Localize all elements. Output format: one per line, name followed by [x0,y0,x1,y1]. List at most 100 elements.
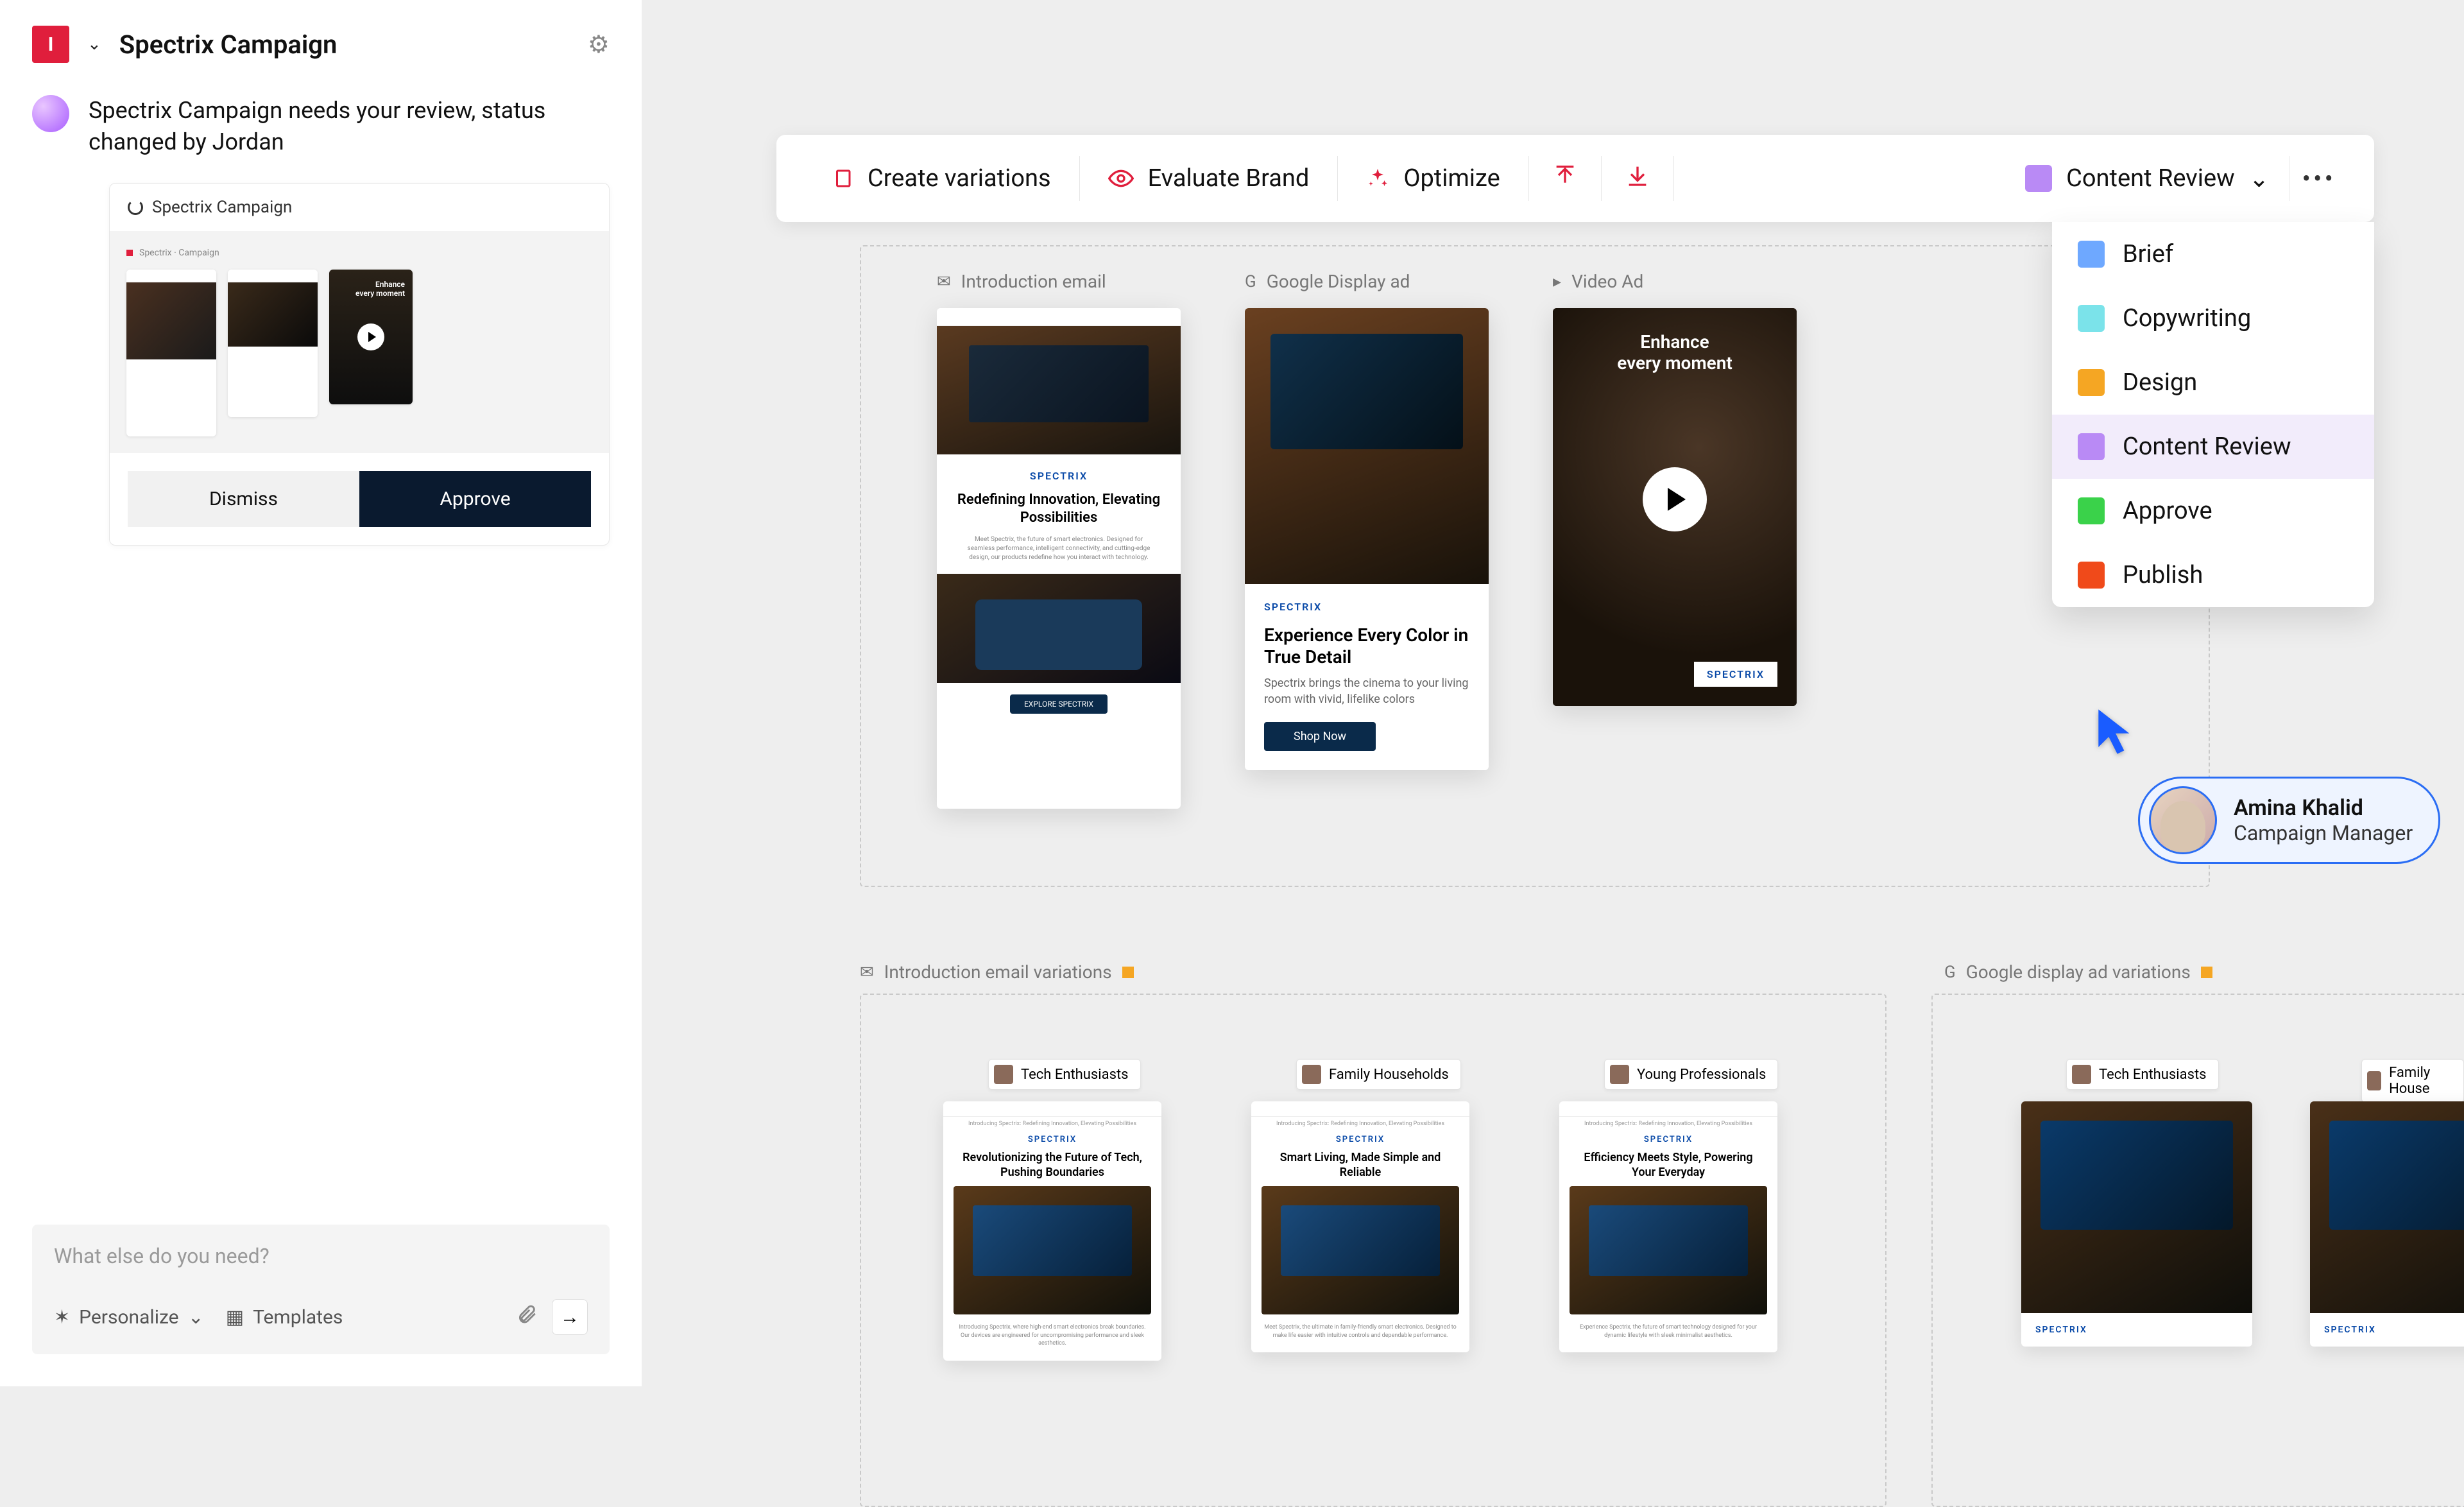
asset-display-ad[interactable]: SPECTRIX Experience Every Color in True … [1245,308,1489,770]
sparkle-gear-icon: ✶ [54,1306,70,1329]
status-option-label: Design [2123,368,2197,397]
preview-thumb-video[interactable]: Enhanceevery moment [329,270,413,404]
status-option-label: Publish [2123,561,2203,589]
preview-thumb-email[interactable] [126,270,216,436]
persona-chip[interactable]: Tech Enthusiasts [988,1059,1141,1090]
preview-thumb-display[interactable] [228,270,318,417]
templates-chip[interactable]: ▦ Templates [226,1306,343,1329]
email-headline: Redefining Innovation, Elevating Possibi… [956,491,1161,526]
google-icon: G [1245,272,1256,291]
status-option-content_review[interactable]: Content Review [2052,415,2374,479]
video-line2: every moment [1553,352,1797,374]
toolbar: Create variations Evaluate Brand Optimiz… [776,135,2374,222]
eye-icon [1108,166,1134,191]
persona-chip[interactable]: Family Households [1296,1059,1461,1090]
email-variations-label: ✉ Introduction email variations [860,961,1134,983]
asset-label-display: G Google Display ad [1245,271,1410,292]
display-variation-card[interactable]: SPECTRIX [2310,1101,2464,1347]
upload-button[interactable] [1529,162,1601,194]
optimize-label: Optimize [1403,164,1500,193]
persona-chip[interactable]: Tech Enthusiasts [2066,1059,2219,1090]
dismiss-button[interactable]: Dismiss [128,471,359,527]
status-dot-icon [1122,967,1134,978]
grid-icon: ▦ [226,1306,244,1329]
chevron-down-icon: ⌄ [188,1306,204,1329]
gear-icon[interactable]: ⚙ [588,30,610,59]
status-option-design[interactable]: Design [2052,350,2374,415]
prompt-area: What else do you need? ✶ Personalize ⌄ ▦… [0,1225,642,1386]
persona-avatar-icon [994,1065,1013,1084]
status-option-copywriting[interactable]: Copywriting [2052,286,2374,350]
video-label-text: Video Ad [1571,271,1643,292]
google-icon: G [1944,963,1956,982]
assistant-avatar-icon [32,95,69,132]
asset-label-video: ▸ Video Ad [1553,271,1643,292]
email-variation-card[interactable]: Introducing Spectrix: Redefining Innovat… [943,1101,1161,1361]
persona-avatar-icon [2367,1071,2381,1090]
preview-thumbnails: Enhanceevery moment [126,270,592,436]
create-variations-button[interactable]: Create variations [802,153,1079,204]
evaluate-label: Evaluate Brand [1148,164,1310,193]
status-dot-icon [2201,967,2212,978]
personalize-chip[interactable]: ✶ Personalize ⌄ [54,1306,204,1329]
personalize-label: Personalize [79,1306,178,1329]
sidebar: I ⌄ Spectrix Campaign ⚙ Spectrix Campaig… [0,0,642,1386]
collaborator-role: Campaign Manager [2234,821,2413,845]
email-variation-card[interactable]: Introducing Spectrix: Redefining Innovat… [1251,1101,1469,1352]
brand-icon[interactable]: I [32,26,69,63]
persona-avatar-icon [1302,1065,1321,1084]
prompt-input[interactable]: What else do you need? [54,1244,588,1268]
sidebar-header: I ⌄ Spectrix Campaign ⚙ [0,0,642,89]
persona-chip[interactable]: Young Professionals [1604,1059,1778,1090]
prompt-box[interactable]: What else do you need? ✶ Personalize ⌄ ▦… [32,1225,610,1354]
chevron-down-icon[interactable]: ⌄ [87,35,101,54]
status-option-brief[interactable]: Brief [2052,222,2374,286]
persona-chip[interactable]: Family House [2361,1059,2464,1103]
notification: Spectrix Campaign needs your review, sta… [0,89,642,157]
status-option-approve[interactable]: Approve [2052,479,2374,543]
mail-icon: ✉ [860,963,874,982]
optimize-button[interactable]: Optimize [1338,153,1528,204]
templates-label: Templates [253,1306,343,1329]
persona-label: Family House [2389,1065,2452,1097]
mail-icon: ✉ [937,272,951,291]
collaborator-cursor-icon [2095,706,2136,760]
display-sub: Spectrix brings the cinema to your livin… [1264,675,1469,707]
persona-avatar-icon [1610,1065,1629,1084]
email-body-text: Meet Spectrix, the future of smart elect… [956,535,1161,562]
display-headline: Experience Every Color in True Detail [1264,624,1469,667]
persona-avatar-icon [2072,1065,2091,1084]
status-color-icon [2025,165,2052,192]
asset-email[interactable]: SPECTRIX Redefining Innovation, Elevatin… [937,308,1181,809]
collaborator-tag[interactable]: Amina Khalid Campaign Manager [2138,777,2440,864]
collaborator-name: Amina Khalid [2234,795,2413,821]
brand-text: SPECTRIX [1264,601,1469,613]
page-title: Spectrix Campaign [119,30,570,60]
review-preview-card: Spectrix Campaign Spectrix · Campaign En… [109,183,610,546]
preview-header: Spectrix Campaign [110,184,609,231]
brand-text: SPECTRIX [943,1135,1161,1144]
display-variations-text: Google display ad variations [1966,961,2191,983]
asset-label-email: ✉ Introduction email [937,271,1106,292]
send-button[interactable]: → [552,1299,588,1335]
status-option-label: Content Review [2123,433,2291,461]
persona-label: Young Professionals [1637,1067,1766,1083]
email-variation-card[interactable]: Introducing Spectrix: Redefining Innovat… [1559,1101,1777,1352]
evaluate-brand-button[interactable]: Evaluate Brand [1080,153,1338,204]
variation-headline: Efficiency Meets Style, Powering Your Ev… [1559,1144,1777,1186]
canvas: Create variations Evaluate Brand Optimiz… [642,0,2464,1386]
notification-text: Spectrix Campaign needs your review, sta… [89,95,610,157]
review-actions: Dismiss Approve [110,453,609,545]
email-variations-text: Introduction email variations [884,961,1112,983]
attachment-icon[interactable] [516,1304,538,1331]
status-option-publish[interactable]: Publish [2052,543,2374,607]
variation-headline: Smart Living, Made Simple and Reliable [1251,1144,1469,1186]
preview-inner-bar: Spectrix · Campaign [126,248,592,258]
display-variation-card[interactable]: SPECTRIX [2021,1101,2252,1347]
approve-button[interactable]: Approve [359,471,591,527]
status-dropdown[interactable]: Content Review ⌄ [2006,164,2288,193]
more-button[interactable]: ••• [2289,164,2349,194]
asset-video-ad[interactable]: Enhance every moment SPECTRIX [1553,308,1797,706]
download-button[interactable] [1602,162,1673,194]
display-label-text: Google Display ad [1267,271,1410,292]
